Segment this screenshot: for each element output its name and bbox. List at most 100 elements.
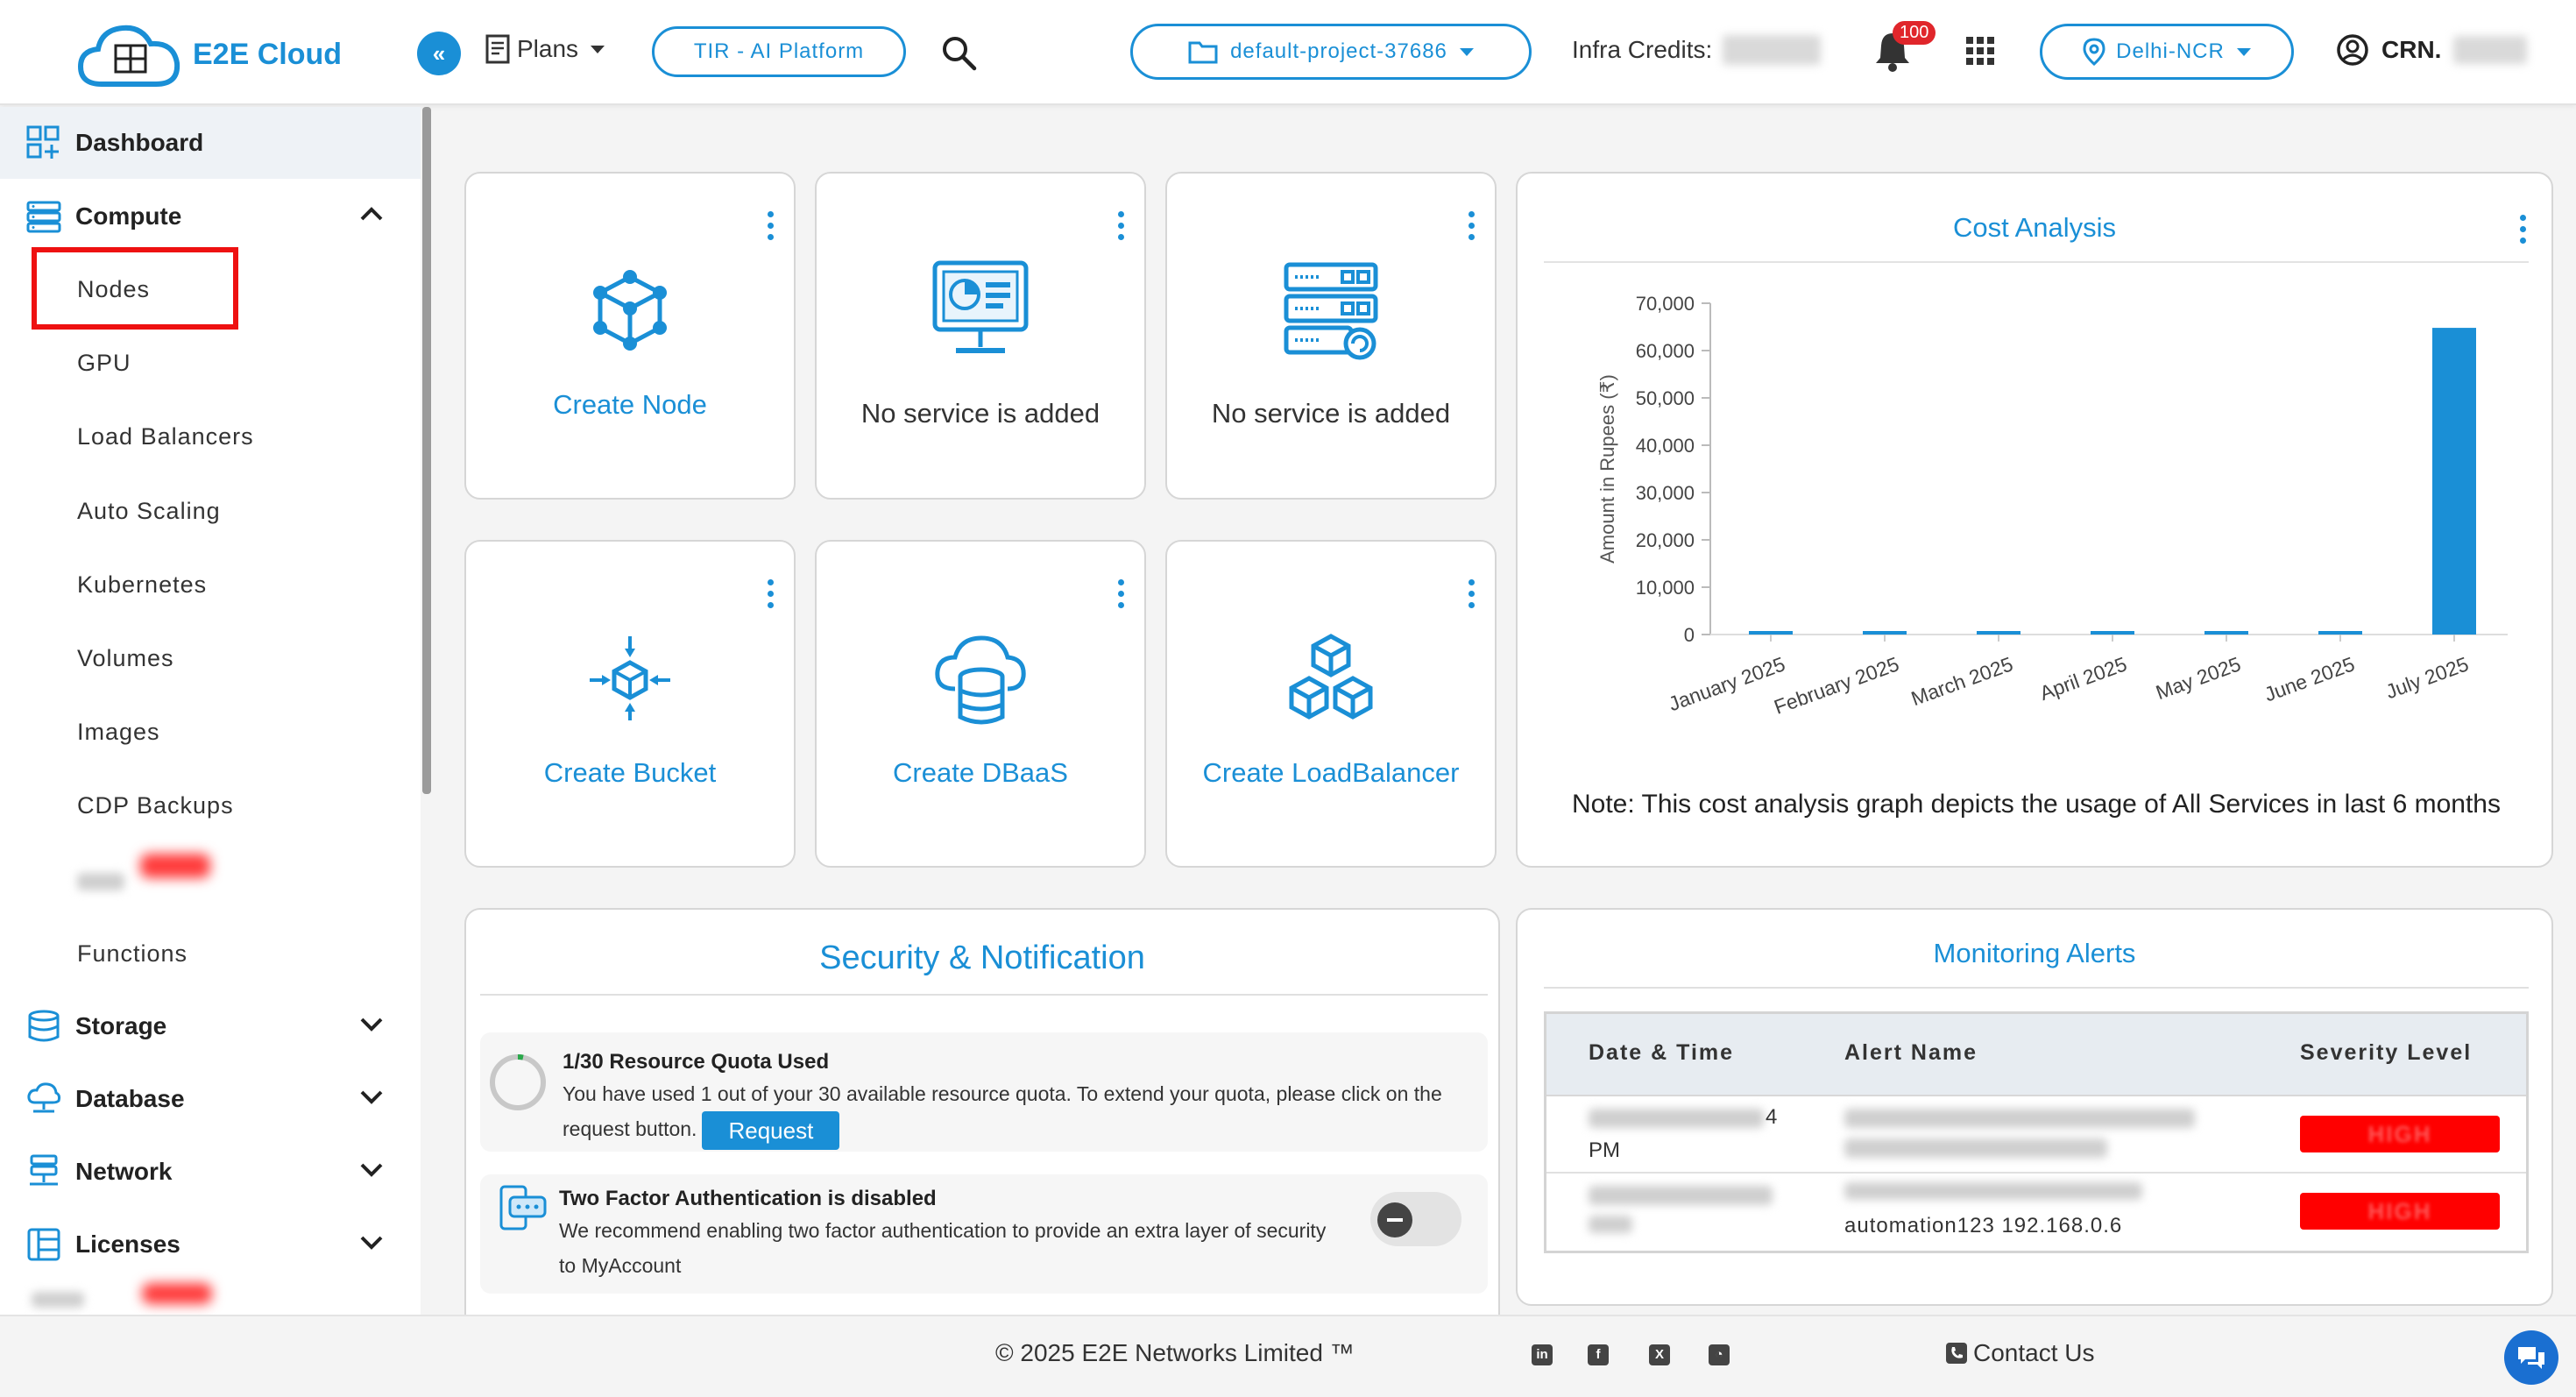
monitoring-alerts-card: Monitoring Alerts Date & Time Alert Name… (1516, 908, 2553, 1306)
security-notification-card: Security & Notification 1/30 Resource Qu… (464, 908, 1500, 1372)
sidebar-item-network[interactable]: Network (0, 1136, 421, 1208)
two-factor-title: Two Factor Authentication is disabled (559, 1187, 937, 1210)
folder-icon (1188, 41, 1218, 64)
kebab-menu-icon[interactable] (757, 577, 783, 611)
kebab-menu-icon[interactable] (1458, 209, 1484, 243)
apps-grid-icon[interactable] (1966, 37, 1994, 69)
sidebar-item-dashboard[interactable]: Dashboard (0, 107, 421, 179)
bar-may-2025 (2204, 631, 2248, 635)
chat-bubbles-icon (2518, 1347, 2544, 1369)
create-bucket-card[interactable]: Create Bucket (464, 540, 796, 868)
service-card-monitor[interactable]: No service is added (815, 172, 1146, 500)
bar-april-2025 (2091, 631, 2134, 635)
region-label: Delhi-NCR (2116, 39, 2225, 63)
infra-credits-label: Infra Credits: (1572, 36, 1713, 63)
linkedin-icon[interactable]: in (1532, 1344, 1553, 1365)
quota-notice: 1/30 Resource Quota Used You have used 1… (480, 1032, 1488, 1152)
sidebar-item-auto-scaling[interactable]: Auto Scaling (77, 498, 221, 525)
sidebar-item-label: Storage (75, 1012, 167, 1039)
sidebar-item-gpu[interactable]: GPU (77, 350, 131, 377)
logo[interactable]: E2E Cloud (75, 18, 342, 91)
bar-january-2025 (1749, 631, 1793, 635)
sidebar-scrollbar[interactable] (422, 107, 431, 794)
no-service-label: No service is added (1211, 398, 1451, 429)
kebab-menu-icon[interactable] (1108, 209, 1134, 243)
sidebar-item-label: Database (75, 1085, 185, 1112)
security-title: Security & Notification (819, 940, 1145, 976)
infra-credits-value-redacted (1723, 35, 1822, 65)
kebab-menu-icon[interactable] (757, 209, 783, 243)
database-cloud-icon (27, 1082, 61, 1113)
table-row[interactable]: automation123 192.168.0.6 HIGH (1546, 1174, 2526, 1251)
create-loadbalancer-card[interactable]: Create LoadBalancer (1165, 540, 1497, 868)
toggle-knob (1377, 1202, 1412, 1237)
quota-text: You have used 1 out of your 30 available… (563, 1076, 1474, 1150)
x-tick-label: January 2025 (1666, 652, 1788, 715)
bar-february-2025 (1863, 631, 1907, 635)
collapse-sidebar-button[interactable]: « (417, 32, 461, 75)
contact-us-link[interactable]: Contact Us (1945, 1339, 2095, 1367)
sidebar-item-functions[interactable]: Functions (77, 940, 188, 968)
x-twitter-icon[interactable]: X (1649, 1344, 1670, 1365)
sidebar-item-licenses[interactable]: Licenses (0, 1209, 421, 1280)
logo-text: E2E Cloud (193, 37, 343, 71)
search-icon[interactable] (939, 33, 978, 76)
storage-icon (28, 1010, 60, 1042)
create-node-card[interactable]: Create Node (464, 172, 796, 500)
severity-high-badge: HIGH (2300, 1116, 2500, 1152)
column-header-severity: Severity Level (2300, 1040, 2473, 1065)
region-selector[interactable]: Delhi-NCR (2040, 24, 2294, 80)
sidebar-item-nodes[interactable]: Nodes (77, 276, 150, 303)
tir-platform-button[interactable]: TIR - AI Platform (652, 26, 906, 77)
document-icon (485, 34, 510, 64)
bar-march-2025 (1977, 631, 2020, 635)
x-tick-label: May 2025 (2153, 652, 2244, 704)
service-card-storage[interactable]: No service is added (1165, 172, 1497, 500)
chevron-down-icon (360, 1090, 383, 1104)
y-tick-label: 50,000 (1636, 387, 1695, 409)
kebab-menu-icon[interactable] (1458, 577, 1484, 611)
alerts-table: Date & Time Alert Name Severity Level 4 … (1544, 1011, 2529, 1253)
two-factor-text: We recommend enabling two factor authent… (559, 1219, 1327, 1277)
sidebar-item-images[interactable]: Images (77, 719, 160, 746)
y-tick-label: 30,000 (1636, 482, 1695, 504)
divider (1544, 987, 2529, 989)
loadbalancer-cubes-icon (1167, 633, 1495, 726)
project-selector[interactable]: default-project-37686 (1130, 24, 1532, 80)
sidebar-item-compute[interactable]: Compute (0, 181, 421, 252)
phone-icon (1946, 1343, 1967, 1364)
chat-support-button[interactable] (2504, 1330, 2558, 1385)
monitor-dashboard-icon (817, 259, 1144, 361)
bar-june-2025 (2318, 631, 2362, 635)
sidebar-item-storage[interactable]: Storage (0, 990, 421, 1062)
request-button[interactable]: Request (702, 1111, 840, 1150)
chevron-up-icon (360, 207, 383, 221)
rss-icon[interactable]: ◔ (1709, 1344, 1730, 1365)
divider (480, 994, 1488, 996)
server-icon (26, 201, 61, 233)
alert-name-redacted (1844, 1182, 2142, 1200)
sidebar-item-volumes[interactable]: Volumes (77, 645, 174, 672)
create-dbaas-card[interactable]: Create DBaaS (815, 540, 1146, 868)
two-factor-notice: Two Factor Authentication is disabled We… (480, 1174, 1488, 1294)
facebook-icon[interactable]: f (1588, 1344, 1609, 1365)
sidebar-item-label: Network (75, 1158, 173, 1185)
plans-menu[interactable]: Plans (484, 33, 605, 65)
y-tick-label: 0 (1684, 624, 1695, 646)
x-tick-label: February 2025 (1771, 652, 1901, 719)
two-factor-toggle[interactable] (1370, 1192, 1461, 1246)
copyright-text: © 2025 E2E Networks Limited ™ (995, 1339, 1355, 1366)
date-redacted (1589, 1186, 1773, 1205)
sidebar-item-database[interactable]: Database (0, 1063, 421, 1135)
footer: © 2025 E2E Networks Limited ™ in f X ◔ C… (0, 1315, 2576, 1397)
sidebar-item-cdp-backups[interactable]: CDP Backups (77, 792, 234, 819)
cloud-logo-icon (77, 25, 180, 87)
user-account-menu[interactable]: CRN. (2336, 33, 2528, 67)
y-axis-label: Amount in Rupees (₹) (1596, 374, 1618, 564)
alert-name-redacted (1844, 1138, 2107, 1158)
kebab-menu-icon[interactable] (1108, 577, 1134, 611)
sidebar-item-kubernetes[interactable]: Kubernetes (77, 571, 207, 599)
table-row[interactable]: 4 PM HIGH (1546, 1096, 2526, 1174)
kebab-menu-icon[interactable] (2509, 212, 2536, 246)
sidebar-item-load-balancers[interactable]: Load Balancers (77, 423, 254, 450)
